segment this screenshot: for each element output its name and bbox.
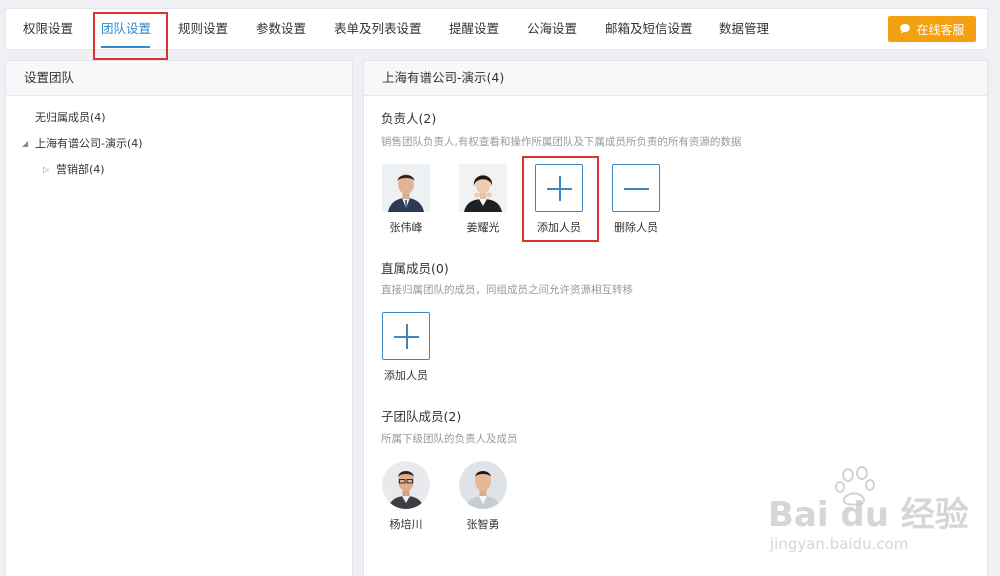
add-direct-member-label: 添加人员	[384, 369, 428, 382]
tab-permissions[interactable]: 权限设置	[23, 9, 73, 49]
tab-parameters[interactable]: 参数设置	[256, 9, 306, 49]
tab-data-management[interactable]: 数据管理	[719, 9, 769, 49]
direct-members-title: 直属成员(0)	[381, 261, 449, 276]
highlight-box-add-member	[522, 156, 599, 242]
tab-reminders[interactable]: 提醒设置	[449, 9, 499, 49]
avatar	[382, 461, 430, 509]
member-name: 张伟峰	[389, 221, 423, 234]
add-direct-member-button[interactable]: 添加人员	[376, 312, 436, 383]
leaders-description: 销售团队负责人,有权查看和操作所属团队及下属成员所负责的所有资源的数据	[381, 136, 742, 148]
sub-team-description: 所属下级团队的负责人及成员	[381, 433, 518, 445]
sub-team-title: 子团队成员(2)	[381, 409, 462, 424]
remove-leader-button[interactable]: 删除人员	[606, 164, 666, 235]
member-name: 姜耀光	[466, 221, 500, 234]
plus-icon[interactable]	[382, 312, 430, 360]
tab-email-sms[interactable]: 邮箱及短信设置	[605, 9, 693, 49]
avatar	[459, 164, 507, 212]
avatar	[382, 164, 430, 212]
triangle-down-icon[interactable]: ◢	[22, 138, 28, 149]
direct-members-description: 直接归属团队的成员，同组成员之间允许资源相互转移	[381, 284, 633, 296]
leader-member[interactable]: 姜耀光	[453, 164, 513, 235]
leaders-title: 负责人(2)	[381, 111, 437, 126]
triangle-right-icon[interactable]: ▷	[43, 164, 49, 175]
team-detail-panel: 上海有谱公司-演示(4) 负责人(2) 销售团队负责人,有权查看和操作所属团队及…	[363, 60, 988, 576]
member-name: 张智勇	[466, 518, 500, 531]
team-tree-panel: 设置团队 无归属成员(4) ◢ 上海有谱公司-演示(4) ▷ 营销部(4)	[5, 60, 353, 576]
sub-team-member[interactable]: 张智勇	[453, 461, 513, 532]
leader-member[interactable]: 张伟峰	[376, 164, 436, 235]
tree-item-company[interactable]: 上海有谱公司-演示(4)	[35, 135, 143, 151]
team-detail-header: 上海有谱公司-演示(4)	[364, 61, 987, 96]
tab-forms-lists[interactable]: 表单及列表设置	[334, 9, 422, 49]
online-support-label: 在线客服	[916, 22, 965, 37]
avatar	[459, 461, 507, 509]
highlight-box-tab	[93, 12, 168, 60]
member-name: 杨培川	[389, 518, 423, 531]
remove-leader-label: 删除人员	[614, 221, 658, 234]
tab-public-pool[interactable]: 公海设置	[527, 9, 577, 49]
chat-bubble-icon	[899, 23, 911, 35]
team-tree-header: 设置团队	[6, 61, 352, 96]
tree-item-marketing[interactable]: 营销部(4)	[56, 161, 105, 177]
tab-rules[interactable]: 规则设置	[178, 9, 228, 49]
sub-team-member[interactable]: 杨培川	[376, 461, 436, 532]
tree-item-unassigned[interactable]: 无归属成员(4)	[35, 109, 106, 125]
minus-icon[interactable]	[612, 164, 660, 212]
online-support-button[interactable]: 在线客服	[888, 16, 976, 42]
